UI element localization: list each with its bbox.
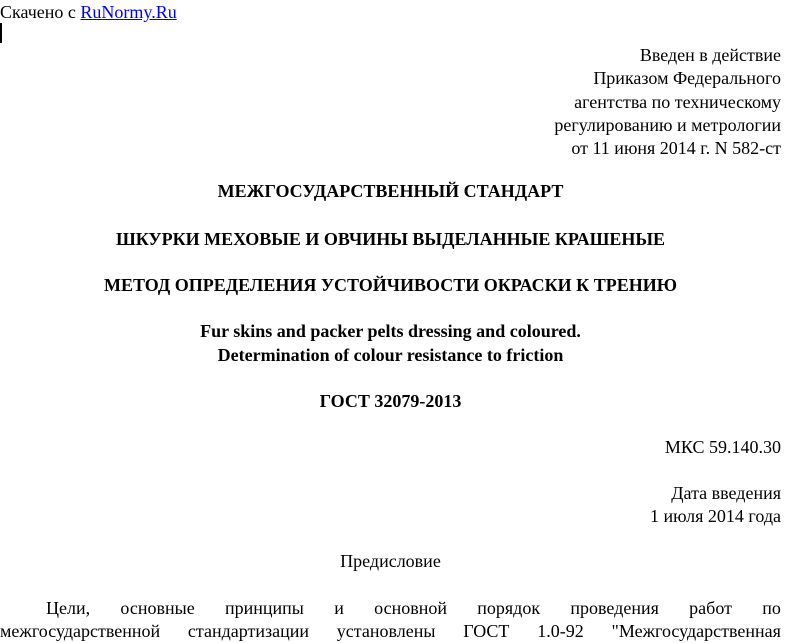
word: порядок xyxy=(477,598,541,618)
word: основной xyxy=(374,598,447,618)
gost-code: ГОСТ 32079-2013 xyxy=(319,391,462,411)
source-prefix: Скачено с xyxy=(0,2,76,22)
text-cursor xyxy=(0,23,2,43)
foreword-heading: Предисловие xyxy=(340,551,441,571)
word: принципы xyxy=(225,598,304,618)
source-note: Скачено с RuNormy.Ru xyxy=(0,1,177,23)
adoption-block: Введен в действие Приказом Федерального … xyxy=(554,44,781,160)
word: проведения xyxy=(570,598,659,618)
adoption-line: Введен в действие xyxy=(639,45,781,65)
paragraph-line-1: Цели, основные принципы и основной поряд… xyxy=(0,597,781,620)
title-ru-line-1: ШКУРКИ МЕХОВЫЕ И ОВЧИНЫ ВЫДЕЛАННЫЕ КРАШЕ… xyxy=(115,229,666,249)
intro-date-label: Дата введения xyxy=(671,483,781,503)
word: основные xyxy=(120,598,195,618)
source-link[interactable]: RuNormy.Ru xyxy=(80,2,176,22)
intro-date-value: 1 июля 2014 года xyxy=(650,506,781,527)
adoption-line: агентства по техническому xyxy=(574,91,781,112)
mks-code: МКС 59.140.30 xyxy=(665,436,781,459)
adoption-line: от 11 июня 2014 г. N 582-ст xyxy=(571,138,781,159)
word: Цели, xyxy=(46,598,91,618)
mks-value: МКС 59.140.30 xyxy=(664,437,781,457)
intro-date-block: Дата введения 1 июля 2014 года xyxy=(650,482,781,529)
title-en-line-2: Determination of colour resistance to fr… xyxy=(217,344,564,365)
adoption-line: Приказом Федерального xyxy=(593,68,781,89)
title-ru-line-2: МЕТОД ОПРЕДЕЛЕНИЯ УСТОЙЧИВОСТИ ОКРАСКИ К… xyxy=(104,275,677,295)
word: по xyxy=(762,598,781,618)
word: и xyxy=(334,598,344,618)
foreword-paragraph: Цели, основные принципы и основной поряд… xyxy=(0,597,781,643)
title-en: Fur skins and packer pelts dressing and … xyxy=(0,320,781,367)
adoption-line: регулированию и метрологии xyxy=(554,114,781,135)
title-en-line-1: Fur skins and packer pelts dressing and … xyxy=(200,321,581,341)
word: работ xyxy=(689,598,732,618)
standard-type-heading: МЕЖГОСУДАРСТВЕННЫЙ СТАНДАРТ xyxy=(217,181,564,201)
